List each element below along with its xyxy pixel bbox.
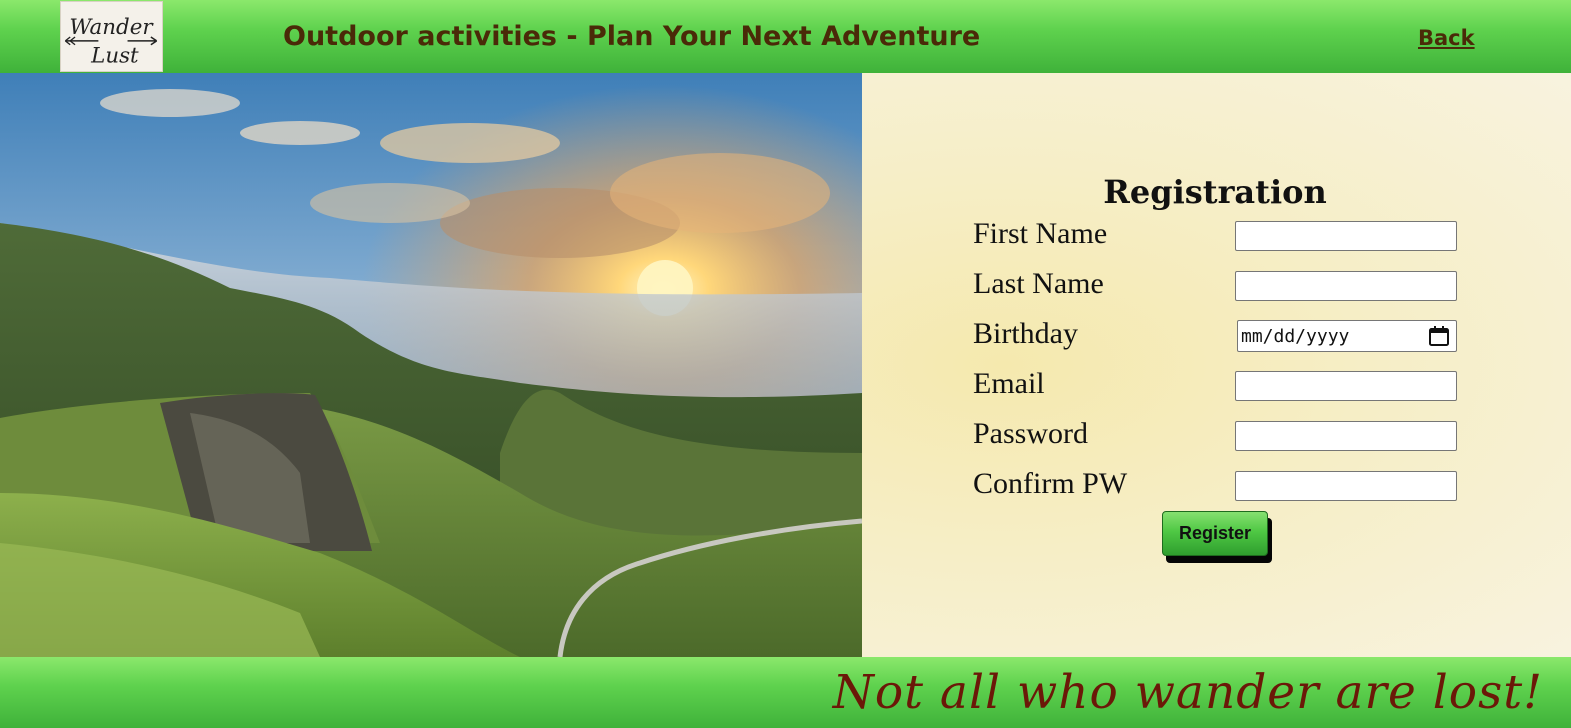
calendar-icon[interactable] <box>1428 325 1450 347</box>
footer-bar: Not all who wander are lost! <box>0 657 1571 728</box>
password-label: Password <box>973 417 1089 450</box>
confirm-password-label: Confirm PW <box>973 467 1128 500</box>
wanderlust-logo: Wander Lust <box>60 1 163 72</box>
landscape-illustration <box>0 73 862 657</box>
birthday-placeholder: mm/dd/yyyy <box>1241 326 1350 347</box>
first-name-label: First Name <box>973 217 1108 250</box>
password-input[interactable] <box>1235 421 1457 451</box>
register-button[interactable]: Register <box>1162 511 1268 556</box>
registration-title: Registration <box>1103 173 1327 211</box>
logo-text-top: Wander <box>69 15 154 40</box>
back-link[interactable]: Back <box>1418 26 1475 50</box>
landscape-photo <box>0 73 862 657</box>
birthday-input[interactable]: mm/dd/yyyy <box>1237 320 1457 352</box>
logo-text-bottom: Lust <box>90 43 139 68</box>
registration-panel: Registration First Name Last Name Birthd… <box>862 73 1571 657</box>
footer-tagline: Not all who wander are lost! <box>832 665 1543 720</box>
birthday-label: Birthday <box>973 317 1078 350</box>
email-input[interactable] <box>1235 371 1457 401</box>
last-name-label: Last Name <box>973 267 1104 300</box>
header-bar: Wander Lust Outdoor activities - Plan Yo… <box>0 0 1571 73</box>
last-name-input[interactable] <box>1235 271 1457 301</box>
first-name-input[interactable] <box>1235 221 1457 251</box>
page-title: Outdoor activities - Plan Your Next Adve… <box>283 21 981 52</box>
confirm-password-input[interactable] <box>1235 471 1457 501</box>
email-label: Email <box>973 367 1045 400</box>
logo-graphic: Wander Lust <box>61 2 162 71</box>
